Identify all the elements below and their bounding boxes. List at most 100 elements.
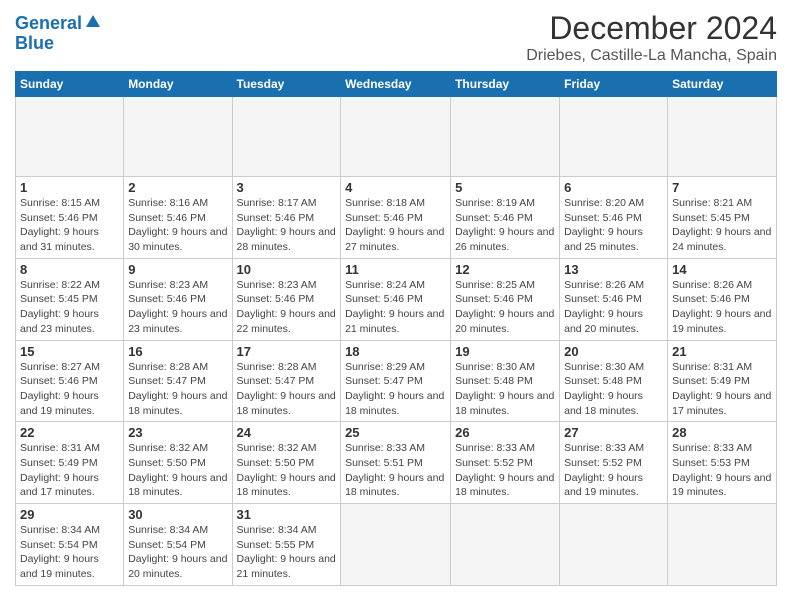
day-number: 17 (237, 344, 337, 359)
table-row: 21 Sunrise: 8:31 AMSunset: 5:49 PMDaylig… (668, 340, 777, 422)
table-row: 17 Sunrise: 8:28 AMSunset: 5:47 PMDaylig… (232, 340, 341, 422)
table-row: 1 Sunrise: 8:15 AMSunset: 5:46 PMDayligh… (16, 177, 124, 259)
day-number: 7 (672, 180, 772, 195)
day-info: Sunrise: 8:15 AMSunset: 5:46 PMDaylight:… (20, 197, 100, 253)
title-area: December 2024 Driebes, Castille-La Manch… (526, 10, 777, 65)
day-info: Sunrise: 8:20 AMSunset: 5:46 PMDaylight:… (564, 197, 644, 253)
page-container: General Blue December 2024 Driebes, Cast… (0, 0, 792, 596)
table-row: 20 Sunrise: 8:30 AMSunset: 5:48 PMDaylig… (560, 340, 668, 422)
calendar-header-row: Sunday Monday Tuesday Wednesday Thursday… (16, 72, 777, 97)
day-number: 31 (237, 507, 337, 522)
day-info: Sunrise: 8:29 AMSunset: 5:47 PMDaylight:… (345, 361, 444, 417)
day-info: Sunrise: 8:18 AMSunset: 5:46 PMDaylight:… (345, 197, 444, 253)
table-row (560, 504, 668, 586)
day-number: 11 (345, 262, 446, 277)
day-info: Sunrise: 8:34 AMSunset: 5:54 PMDaylight:… (128, 524, 227, 580)
day-info: Sunrise: 8:34 AMSunset: 5:55 PMDaylight:… (237, 524, 336, 580)
day-info: Sunrise: 8:22 AMSunset: 5:45 PMDaylight:… (20, 279, 100, 335)
table-row: 5 Sunrise: 8:19 AMSunset: 5:46 PMDayligh… (451, 177, 560, 259)
day-number: 29 (20, 507, 119, 522)
day-info: Sunrise: 8:16 AMSunset: 5:46 PMDaylight:… (128, 197, 227, 253)
header-thursday: Thursday (451, 72, 560, 97)
logo-text-blue: Blue (15, 34, 54, 54)
day-number: 8 (20, 262, 119, 277)
day-number: 13 (564, 262, 663, 277)
header-friday: Friday (560, 72, 668, 97)
day-info: Sunrise: 8:31 AMSunset: 5:49 PMDaylight:… (20, 442, 100, 498)
table-row: 29 Sunrise: 8:34 AMSunset: 5:54 PMDaylig… (16, 504, 124, 586)
day-number: 21 (672, 344, 772, 359)
table-row (451, 504, 560, 586)
calendar-week-row: 15 Sunrise: 8:27 AMSunset: 5:46 PMDaylig… (16, 340, 777, 422)
logo-text: General (15, 14, 82, 34)
day-number: 9 (128, 262, 227, 277)
table-row (124, 97, 232, 177)
day-number: 6 (564, 180, 663, 195)
day-info: Sunrise: 8:30 AMSunset: 5:48 PMDaylight:… (564, 361, 644, 417)
day-info: Sunrise: 8:33 AMSunset: 5:52 PMDaylight:… (564, 442, 644, 498)
day-number: 4 (345, 180, 446, 195)
day-info: Sunrise: 8:33 AMSunset: 5:52 PMDaylight:… (455, 442, 554, 498)
header-sunday: Sunday (16, 72, 124, 97)
logo-icon (84, 13, 102, 31)
table-row: 12 Sunrise: 8:25 AMSunset: 5:46 PMDaylig… (451, 258, 560, 340)
day-info: Sunrise: 8:32 AMSunset: 5:50 PMDaylight:… (237, 442, 336, 498)
day-info: Sunrise: 8:30 AMSunset: 5:48 PMDaylight:… (455, 361, 554, 417)
table-row (341, 97, 451, 177)
logo: General Blue (15, 14, 102, 54)
table-row: 25 Sunrise: 8:33 AMSunset: 5:51 PMDaylig… (341, 422, 451, 504)
day-number: 22 (20, 425, 119, 440)
day-number: 18 (345, 344, 446, 359)
day-number: 3 (237, 180, 337, 195)
table-row (16, 97, 124, 177)
day-info: Sunrise: 8:28 AMSunset: 5:47 PMDaylight:… (128, 361, 227, 417)
day-info: Sunrise: 8:34 AMSunset: 5:54 PMDaylight:… (20, 524, 100, 580)
day-number: 1 (20, 180, 119, 195)
table-row: 26 Sunrise: 8:33 AMSunset: 5:52 PMDaylig… (451, 422, 560, 504)
table-row: 8 Sunrise: 8:22 AMSunset: 5:45 PMDayligh… (16, 258, 124, 340)
day-number: 30 (128, 507, 227, 522)
table-row: 22 Sunrise: 8:31 AMSunset: 5:49 PMDaylig… (16, 422, 124, 504)
day-info: Sunrise: 8:26 AMSunset: 5:46 PMDaylight:… (672, 279, 771, 335)
day-number: 15 (20, 344, 119, 359)
calendar-table: Sunday Monday Tuesday Wednesday Thursday… (15, 71, 777, 586)
day-info: Sunrise: 8:32 AMSunset: 5:50 PMDaylight:… (128, 442, 227, 498)
table-row (668, 97, 777, 177)
day-info: Sunrise: 8:24 AMSunset: 5:46 PMDaylight:… (345, 279, 444, 335)
table-row: 11 Sunrise: 8:24 AMSunset: 5:46 PMDaylig… (341, 258, 451, 340)
table-row: 15 Sunrise: 8:27 AMSunset: 5:46 PMDaylig… (16, 340, 124, 422)
table-row: 24 Sunrise: 8:32 AMSunset: 5:50 PMDaylig… (232, 422, 341, 504)
table-row: 3 Sunrise: 8:17 AMSunset: 5:46 PMDayligh… (232, 177, 341, 259)
calendar-week-row: 1 Sunrise: 8:15 AMSunset: 5:46 PMDayligh… (16, 177, 777, 259)
table-row: 16 Sunrise: 8:28 AMSunset: 5:47 PMDaylig… (124, 340, 232, 422)
day-number: 2 (128, 180, 227, 195)
day-number: 27 (564, 425, 663, 440)
table-row: 27 Sunrise: 8:33 AMSunset: 5:52 PMDaylig… (560, 422, 668, 504)
day-number: 19 (455, 344, 555, 359)
table-row: 31 Sunrise: 8:34 AMSunset: 5:55 PMDaylig… (232, 504, 341, 586)
day-info: Sunrise: 8:23 AMSunset: 5:46 PMDaylight:… (128, 279, 227, 335)
header-wednesday: Wednesday (341, 72, 451, 97)
table-row (668, 504, 777, 586)
table-row (232, 97, 341, 177)
day-info: Sunrise: 8:26 AMSunset: 5:46 PMDaylight:… (564, 279, 644, 335)
header-saturday: Saturday (668, 72, 777, 97)
table-row: 30 Sunrise: 8:34 AMSunset: 5:54 PMDaylig… (124, 504, 232, 586)
calendar-week-row: 29 Sunrise: 8:34 AMSunset: 5:54 PMDaylig… (16, 504, 777, 586)
table-row: 28 Sunrise: 8:33 AMSunset: 5:53 PMDaylig… (668, 422, 777, 504)
table-row: 2 Sunrise: 8:16 AMSunset: 5:46 PMDayligh… (124, 177, 232, 259)
table-row: 7 Sunrise: 8:21 AMSunset: 5:45 PMDayligh… (668, 177, 777, 259)
calendar-subtitle: Driebes, Castille-La Mancha, Spain (526, 47, 777, 65)
day-number: 5 (455, 180, 555, 195)
day-number: 28 (672, 425, 772, 440)
table-row (341, 504, 451, 586)
table-row: 18 Sunrise: 8:29 AMSunset: 5:47 PMDaylig… (341, 340, 451, 422)
table-row: 10 Sunrise: 8:23 AMSunset: 5:46 PMDaylig… (232, 258, 341, 340)
day-number: 24 (237, 425, 337, 440)
day-number: 25 (345, 425, 446, 440)
day-number: 20 (564, 344, 663, 359)
day-number: 16 (128, 344, 227, 359)
table-row: 6 Sunrise: 8:20 AMSunset: 5:46 PMDayligh… (560, 177, 668, 259)
day-info: Sunrise: 8:23 AMSunset: 5:46 PMDaylight:… (237, 279, 336, 335)
calendar-week-row: 22 Sunrise: 8:31 AMSunset: 5:49 PMDaylig… (16, 422, 777, 504)
